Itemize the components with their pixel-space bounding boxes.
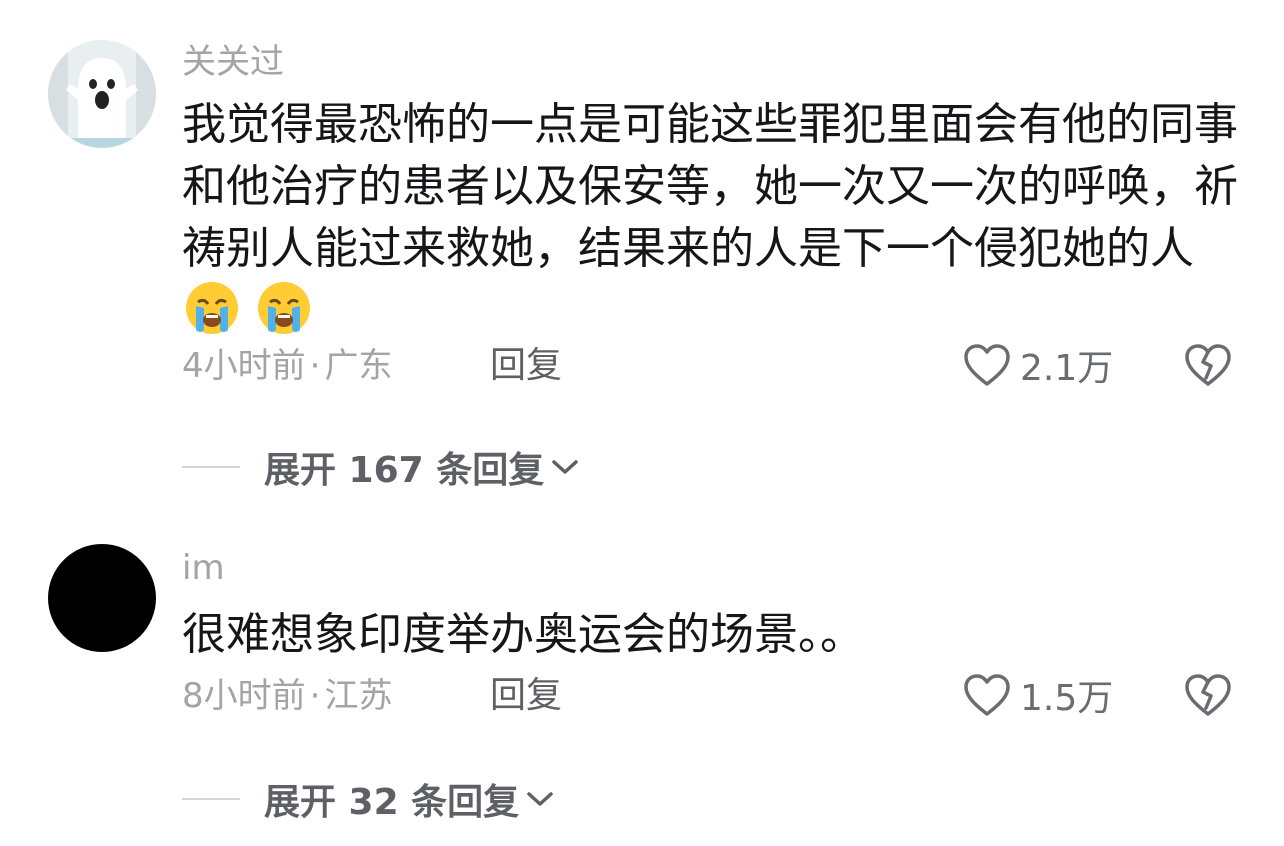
expand-divider: [182, 466, 240, 468]
dislike-button[interactable]: [1184, 342, 1232, 388]
comment-meta: 4小时前 · 广东: [182, 346, 392, 386]
heart-outline-icon: [964, 674, 1010, 716]
loudly-crying-face-icon: [184, 280, 240, 353]
expand-replies-label: 展开 167 条回复: [264, 450, 545, 491]
meta-separator: ·: [309, 676, 321, 716]
username[interactable]: 关关过: [182, 42, 284, 82]
comment-text-content: 我觉得最恐怖的一点是可能这些罪犯里面会有他的同事和他治疗的患者以及保安等，她一次…: [182, 99, 1238, 274]
comment-meta: 8小时前 · 江苏: [182, 676, 392, 716]
like-button[interactable]: 1.5万: [962, 672, 1114, 719]
avatar[interactable]: [48, 544, 156, 652]
comment-item: im 很难想象印度举办奥运会的场景。。 8小时前 · 江苏 回复 1.5万 展开 3…: [0, 500, 1284, 846]
comment-text: 很难想象印度举办奥运会的场景。。: [182, 604, 1242, 666]
expand-replies-button[interactable]: 展开 167 条回复: [182, 444, 580, 491]
meta-separator: ·: [309, 346, 321, 386]
heart-outline-icon: [964, 344, 1010, 386]
comment-time: 4小时前: [182, 346, 306, 386]
reply-button[interactable]: 回复: [490, 346, 562, 386]
username[interactable]: im: [182, 548, 225, 588]
comment-item: 关关过 我觉得最恐怖的一点是可能这些罪犯里面会有他的同事和他治疗的患者以及保安等…: [0, 0, 1284, 500]
expand-replies-button[interactable]: 展开 32 条回复: [182, 776, 555, 823]
broken-heart-icon: [1185, 344, 1231, 386]
expand-divider: [182, 798, 240, 800]
ghost-avatar-icon: [48, 40, 156, 148]
comment-location: 江苏: [324, 676, 393, 716]
like-count: 2.1万: [1020, 348, 1114, 389]
comment-location: 广东: [324, 346, 393, 386]
like-count: 1.5万: [1020, 678, 1114, 719]
comment-time: 8小时前: [182, 676, 306, 716]
loudly-crying-face-icon: [256, 280, 312, 353]
like-button[interactable]: 2.1万: [962, 342, 1114, 389]
dislike-button[interactable]: [1184, 672, 1232, 718]
avatar[interactable]: [48, 40, 156, 148]
broken-heart-icon: [1185, 674, 1231, 716]
chevron-down-icon: [527, 792, 553, 806]
expand-replies-label: 展开 32 条回复: [264, 782, 520, 823]
chevron-down-icon: [552, 460, 578, 474]
comment-text: 我觉得最恐怖的一点是可能这些罪犯里面会有他的同事和他治疗的患者以及保安等，她一次…: [182, 94, 1242, 353]
reply-button[interactable]: 回复: [490, 676, 562, 716]
comment-text-content: 很难想象印度举办奥运会的场景。。: [182, 609, 864, 660]
